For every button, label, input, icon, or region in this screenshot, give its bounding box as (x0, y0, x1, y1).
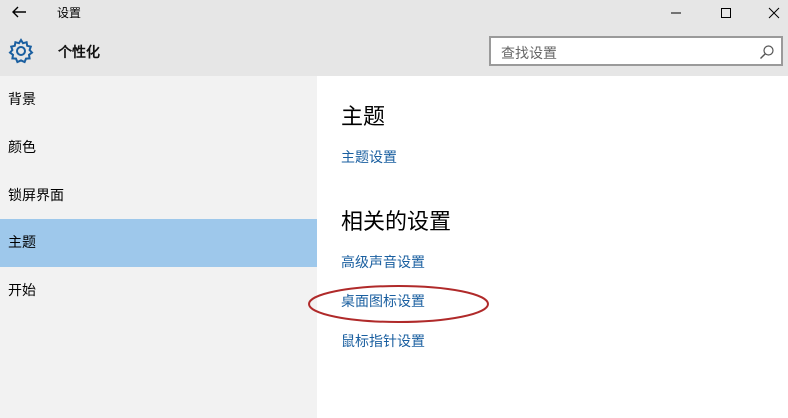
page-header: 个性化 查找设置 (0, 25, 788, 76)
back-arrow-icon (12, 6, 26, 18)
sidebar: 背景 颜色 锁屏界面 主题 开始 (0, 76, 317, 418)
close-button[interactable] (752, 0, 788, 25)
sidebar-item-label: 开始 (8, 283, 36, 299)
back-button[interactable] (8, 2, 30, 22)
advanced-sound-settings-link[interactable]: 高级声音设置 (341, 252, 425, 272)
sidebar-item-colors[interactable]: 颜色 (0, 124, 317, 172)
sidebar-item-label: 锁屏界面 (8, 188, 64, 204)
sidebar-item-lock-screen[interactable]: 锁屏界面 (0, 172, 317, 220)
minimize-button[interactable] (654, 0, 698, 25)
sidebar-item-label: 主题 (8, 235, 36, 251)
search-icon[interactable] (759, 44, 775, 60)
theme-heading: 主题 (341, 105, 386, 130)
maximize-icon (721, 7, 731, 18)
sidebar-item-themes[interactable]: 主题 (0, 219, 317, 267)
gear-icon (8, 38, 34, 64)
search-input[interactable]: 查找设置 (501, 43, 557, 63)
sidebar-item-start[interactable]: 开始 (0, 267, 317, 315)
annotation-ellipse (308, 285, 489, 323)
related-settings-heading: 相关的设置 (341, 210, 452, 235)
sidebar-item-label: 颜色 (8, 140, 36, 156)
sidebar-item-label: 背景 (8, 92, 36, 108)
theme-settings-link[interactable]: 主题设置 (341, 147, 397, 167)
search-box[interactable]: 查找设置 (489, 36, 783, 66)
close-icon (768, 7, 780, 18)
minimize-icon (671, 12, 681, 13)
sidebar-item-background[interactable]: 背景 (0, 76, 317, 124)
title-bar: 设置 (0, 0, 788, 25)
main-content: 主题 主题设置 相关的设置 高级声音设置 桌面图标设置 鼠标指针设置 (317, 76, 788, 418)
window-title: 设置 (57, 6, 82, 20)
maximize-button[interactable] (704, 0, 748, 25)
mouse-pointer-settings-link[interactable]: 鼠标指针设置 (341, 331, 425, 351)
page-title: 个性化 (58, 45, 100, 61)
